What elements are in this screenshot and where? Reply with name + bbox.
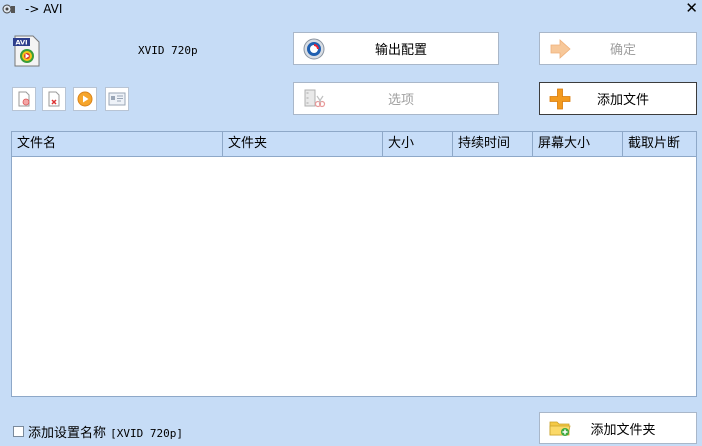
column-header-clip[interactable]: 截取片断 <box>623 132 696 156</box>
svg-text:AVI: AVI <box>15 39 27 47</box>
column-header-screen-size[interactable]: 屏幕大小 <box>533 132 623 156</box>
add-file-button[interactable]: 添加文件 <box>539 82 697 115</box>
clear-list-icon <box>48 91 60 107</box>
title-bar: -> AVI ✕ <box>0 0 702 18</box>
add-profile-name-checkbox[interactable] <box>13 426 24 437</box>
avi-file-icon: AVI <box>13 35 40 67</box>
media-info-icon <box>108 92 126 106</box>
media-info-button[interactable] <box>105 87 129 111</box>
column-header-filename[interactable]: 文件名 <box>12 132 223 156</box>
column-header-duration[interactable]: 持续时间 <box>453 132 533 156</box>
file-list[interactable]: 文件名 文件夹 大小 持续时间 屏幕大小 截取片断 <box>11 131 697 397</box>
window-title: -> AVI <box>25 2 63 16</box>
play-button[interactable] <box>73 87 97 111</box>
plus-icon <box>549 88 571 109</box>
app-icon <box>2 4 15 14</box>
options-button[interactable]: 选项 <box>293 82 499 115</box>
list-header: 文件名 文件夹 大小 持续时间 屏幕大小 截取片断 <box>12 132 696 157</box>
folder-add-icon <box>549 421 571 436</box>
add-folder-button[interactable]: 添加文件夹 <box>539 412 697 444</box>
close-icon[interactable]: ✕ <box>685 0 698 17</box>
column-header-size[interactable]: 大小 <box>383 132 453 156</box>
film-scissors-icon <box>304 89 326 107</box>
play-icon <box>77 91 93 107</box>
output-config-button[interactable]: 输出配置 <box>293 32 499 65</box>
add-profile-name-option[interactable]: 添加设置名称 [XVID 720p] <box>13 422 183 441</box>
remove-file-button[interactable] <box>12 87 36 111</box>
profile-name: XVID 720p <box>138 44 198 57</box>
arrow-right-icon <box>550 38 571 59</box>
clear-list-button[interactable] <box>42 87 66 111</box>
remove-file-icon <box>18 91 30 107</box>
gear-icon <box>303 38 325 59</box>
add-profile-name-label: 添加设置名称 [XVID 720p] <box>28 426 184 441</box>
confirm-button[interactable]: 确定 <box>539 32 697 65</box>
column-header-folder[interactable]: 文件夹 <box>223 132 383 156</box>
